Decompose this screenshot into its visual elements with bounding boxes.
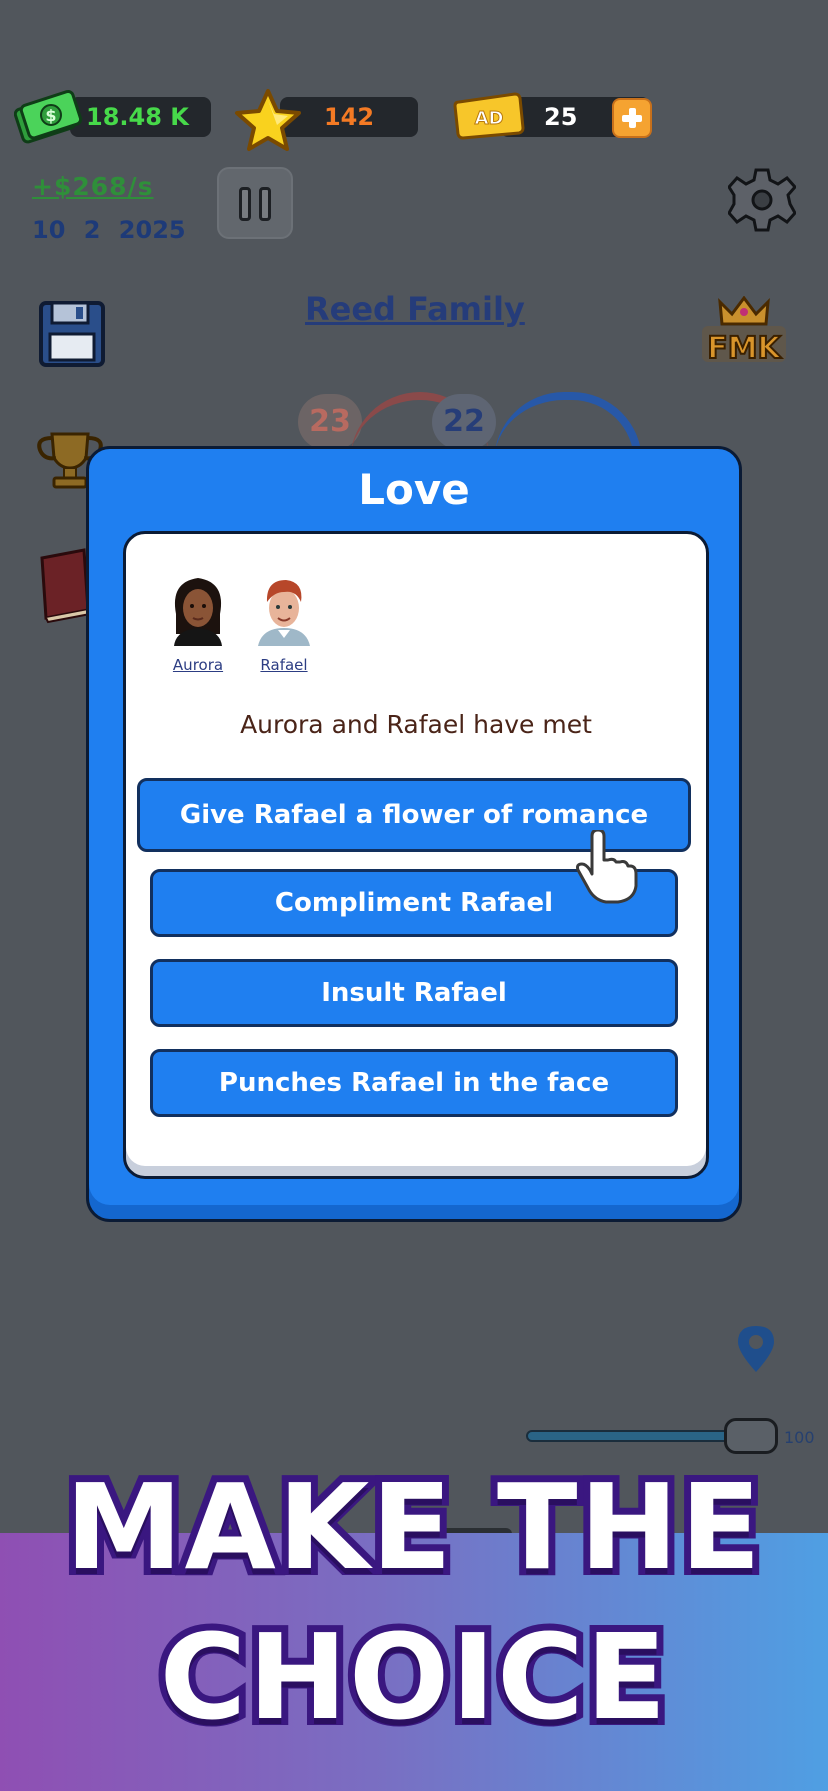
stars-value: 142 <box>323 103 375 131</box>
ad-icon-text: AD <box>475 108 504 129</box>
income-rate: +$268/s <box>32 172 154 201</box>
pause-icon-bar <box>259 187 271 221</box>
gear-icon[interactable] <box>728 166 796 234</box>
fmk-crown-icon[interactable]: FMK <box>698 296 790 366</box>
star-icon <box>235 89 301 151</box>
person-aurora[interactable]: Aurora <box>158 574 238 674</box>
cash-icon: $ <box>14 89 83 144</box>
ad-ticket-value: 25 <box>544 103 578 131</box>
svg-text:FMK: FMK <box>707 331 782 366</box>
pause-button[interactable] <box>217 167 293 239</box>
banner-text-line2: CHOICE <box>153 1601 674 1753</box>
ad-ticket-icon: AD <box>453 92 525 140</box>
right-person-age-badge: 22 <box>432 394 496 450</box>
dialog-title: Love <box>358 465 470 514</box>
family-title[interactable]: Reed Family <box>305 290 525 328</box>
rafael-avatar <box>258 580 310 646</box>
zoom-slider-track[interactable] <box>526 1430 740 1442</box>
game-date: 10 2 2025 <box>32 216 186 244</box>
floppy-save-icon[interactable] <box>38 300 106 368</box>
banner-text-line1: MAKE THE <box>58 1451 768 1603</box>
book-icon[interactable] <box>36 548 92 624</box>
choice-punch-button[interactable]: Punches Rafael in the face <box>150 1049 678 1117</box>
zoom-slider-value: 100 <box>784 1428 815 1447</box>
rafael-name-link[interactable]: Rafael <box>244 656 324 674</box>
pointing-hand-icon <box>576 830 638 904</box>
aurora-avatar <box>174 578 222 646</box>
aurora-name-link[interactable]: Aurora <box>158 656 238 674</box>
add-tickets-button[interactable] <box>612 98 652 138</box>
svg-text:$: $ <box>45 106 56 125</box>
cash-counter: 18.48 K <box>70 97 211 137</box>
choice-insult-button[interactable]: Insult Rafael <box>150 959 678 1027</box>
cash-value: 18.48 K <box>86 103 189 131</box>
event-description: Aurora and Rafael have met <box>240 710 592 739</box>
person-rafael[interactable]: Rafael <box>244 574 324 674</box>
pause-icon <box>239 187 251 221</box>
map-pin-icon[interactable] <box>734 1322 778 1374</box>
zoom-slider-knob[interactable] <box>724 1418 778 1454</box>
